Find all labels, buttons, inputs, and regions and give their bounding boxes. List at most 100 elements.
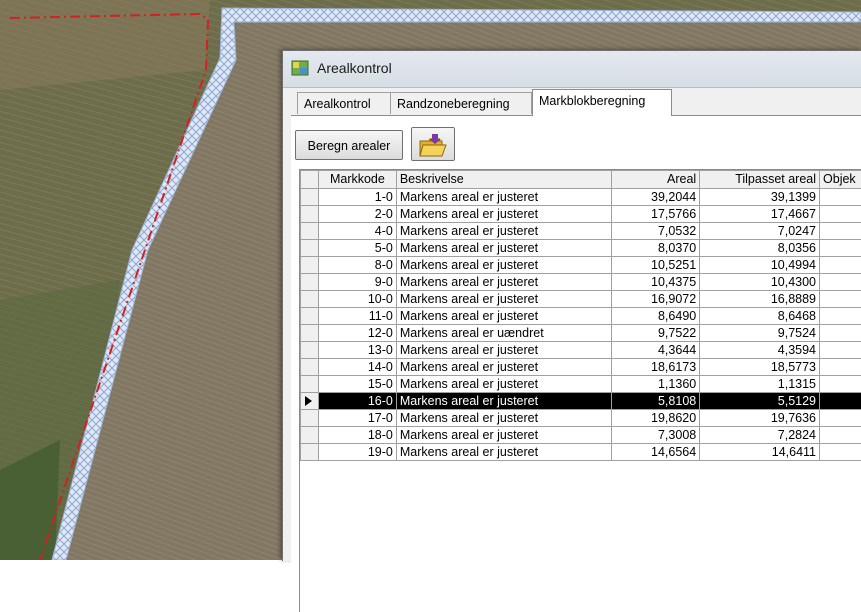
header-row: Markkode Beskrivelse Areal Tilpasset are… bbox=[301, 171, 861, 189]
cell-markkode: 12-0 bbox=[318, 325, 396, 342]
col-header-areal[interactable]: Areal bbox=[612, 171, 700, 189]
cell-beskrivelse: Markens areal er justeret bbox=[396, 240, 612, 257]
table-row[interactable]: 16-0Markens areal er justeret5,81085,512… bbox=[301, 393, 861, 410]
row-selector[interactable] bbox=[301, 393, 319, 410]
cell-areal: 8,0370 bbox=[612, 240, 700, 257]
cell-tilpasset-areal: 9,7524 bbox=[700, 325, 820, 342]
row-selector[interactable] bbox=[301, 240, 319, 257]
row-selector[interactable] bbox=[301, 325, 319, 342]
row-selector[interactable] bbox=[301, 223, 319, 240]
open-folder-button[interactable] bbox=[411, 127, 455, 161]
row-selector[interactable] bbox=[301, 257, 319, 274]
col-header-beskrivelse[interactable]: Beskrivelse bbox=[396, 171, 612, 189]
cell-beskrivelse: Markens areal er justeret bbox=[396, 393, 612, 410]
row-selector[interactable] bbox=[301, 189, 319, 206]
cell-areal: 16,9072 bbox=[612, 291, 700, 308]
row-selector[interactable] bbox=[301, 206, 319, 223]
cell-areal: 8,6490 bbox=[612, 308, 700, 325]
cell-areal: 17,5766 bbox=[612, 206, 700, 223]
folder-open-icon bbox=[418, 133, 448, 159]
cell-objekt bbox=[820, 291, 861, 308]
table-row[interactable]: 14-0Markens areal er justeret18,617318,5… bbox=[301, 359, 861, 376]
cell-markkode: 2-0 bbox=[318, 206, 396, 223]
tab-markblokberegning[interactable]: Markblokberegning bbox=[532, 89, 672, 116]
cell-beskrivelse: Markens areal er justeret bbox=[396, 342, 612, 359]
row-selector[interactable] bbox=[301, 427, 319, 444]
cell-beskrivelse: Markens areal er justeret bbox=[396, 359, 612, 376]
cell-markkode: 19-0 bbox=[318, 444, 396, 461]
row-selector[interactable] bbox=[301, 359, 319, 376]
row-selector-header bbox=[301, 171, 319, 189]
cell-tilpasset-areal: 14,6411 bbox=[700, 444, 820, 461]
cell-tilpasset-areal: 7,2824 bbox=[700, 427, 820, 444]
table-row[interactable]: 19-0Markens areal er justeret14,656414,6… bbox=[301, 444, 861, 461]
cell-objekt bbox=[820, 376, 861, 393]
col-header-tilpasset-areal[interactable]: Tilpasset areal bbox=[700, 171, 820, 189]
markblok-table[interactable]: Markkode Beskrivelse Areal Tilpasset are… bbox=[299, 169, 861, 612]
cell-beskrivelse: Markens areal er justeret bbox=[396, 257, 612, 274]
cell-tilpasset-areal: 10,4300 bbox=[700, 274, 820, 291]
row-selector[interactable] bbox=[301, 342, 319, 359]
calculate-areas-button[interactable]: Beregn arealer bbox=[295, 130, 403, 160]
cell-tilpasset-areal: 19,7636 bbox=[700, 410, 820, 427]
col-header-objekt[interactable]: Objek bbox=[820, 171, 861, 189]
current-row-arrow-icon bbox=[305, 396, 312, 406]
table-row[interactable]: 9-0Markens areal er justeret10,437510,43… bbox=[301, 274, 861, 291]
cell-objekt bbox=[820, 189, 861, 206]
table-row[interactable]: 18-0Markens areal er justeret7,30087,282… bbox=[301, 427, 861, 444]
cell-areal: 14,6564 bbox=[612, 444, 700, 461]
row-selector[interactable] bbox=[301, 291, 319, 308]
cell-objekt bbox=[820, 274, 861, 291]
table-row[interactable]: 13-0Markens areal er justeret4,36444,359… bbox=[301, 342, 861, 359]
cell-markkode: 9-0 bbox=[318, 274, 396, 291]
cell-objekt bbox=[820, 427, 861, 444]
cell-beskrivelse: Markens areal er justeret bbox=[396, 308, 612, 325]
table-row[interactable]: 10-0Markens areal er justeret16,907216,8… bbox=[301, 291, 861, 308]
table-row[interactable]: 17-0Markens areal er justeret19,862019,7… bbox=[301, 410, 861, 427]
cell-areal: 39,2044 bbox=[612, 189, 700, 206]
cell-objekt bbox=[820, 410, 861, 427]
cell-areal: 10,5251 bbox=[612, 257, 700, 274]
cell-tilpasset-areal: 1,1315 bbox=[700, 376, 820, 393]
cell-beskrivelse: Markens areal er justeret bbox=[396, 189, 612, 206]
cell-objekt bbox=[820, 325, 861, 342]
cell-objekt bbox=[820, 444, 861, 461]
arealkontrol-window: Arealkontrol Arealkontrol Randzoneberegn… bbox=[282, 50, 861, 561]
cell-areal: 9,7522 bbox=[612, 325, 700, 342]
cell-beskrivelse: Markens areal er justeret bbox=[396, 376, 612, 393]
cell-areal: 4,3644 bbox=[612, 342, 700, 359]
tab-arealkontrol[interactable]: Arealkontrol bbox=[297, 92, 391, 114]
cell-objekt bbox=[820, 206, 861, 223]
row-selector[interactable] bbox=[301, 274, 319, 291]
tab-randzoneberegning[interactable]: Randzoneberegning bbox=[390, 92, 532, 114]
table-row[interactable]: 5-0Markens areal er justeret8,03708,0356 bbox=[301, 240, 861, 257]
cell-objekt bbox=[820, 342, 861, 359]
table-row[interactable]: 11-0Markens areal er justeret8,64908,646… bbox=[301, 308, 861, 325]
cell-objekt bbox=[820, 393, 861, 410]
data-grid: Markkode Beskrivelse Areal Tilpasset are… bbox=[300, 170, 861, 461]
table-row[interactable]: 15-0Markens areal er justeret1,13601,131… bbox=[301, 376, 861, 393]
cell-beskrivelse: Markens areal er justeret bbox=[396, 223, 612, 240]
table-row[interactable]: 2-0Markens areal er justeret17,576617,46… bbox=[301, 206, 861, 223]
cell-markkode: 15-0 bbox=[318, 376, 396, 393]
cell-tilpasset-areal: 16,8889 bbox=[700, 291, 820, 308]
row-selector[interactable] bbox=[301, 410, 319, 427]
cell-beskrivelse: Markens areal er justeret bbox=[396, 427, 612, 444]
title-bar[interactable]: Arealkontrol bbox=[283, 51, 861, 88]
table-row[interactable]: 4-0Markens areal er justeret7,05327,0247 bbox=[301, 223, 861, 240]
row-selector[interactable] bbox=[301, 444, 319, 461]
cell-beskrivelse: Markens areal er uændret bbox=[396, 325, 612, 342]
cell-areal: 1,1360 bbox=[612, 376, 700, 393]
cell-tilpasset-areal: 18,5773 bbox=[700, 359, 820, 376]
table-row[interactable]: 1-0Markens areal er justeret39,204439,13… bbox=[301, 189, 861, 206]
row-selector[interactable] bbox=[301, 308, 319, 325]
row-selector[interactable] bbox=[301, 376, 319, 393]
cell-markkode: 5-0 bbox=[318, 240, 396, 257]
col-header-markkode[interactable]: Markkode bbox=[318, 171, 396, 189]
cell-markkode: 11-0 bbox=[318, 308, 396, 325]
cell-areal: 18,6173 bbox=[612, 359, 700, 376]
cell-areal: 7,0532 bbox=[612, 223, 700, 240]
table-row[interactable]: 12-0Markens areal er uændret9,75229,7524 bbox=[301, 325, 861, 342]
cell-tilpasset-areal: 7,0247 bbox=[700, 223, 820, 240]
table-row[interactable]: 8-0Markens areal er justeret10,525110,49… bbox=[301, 257, 861, 274]
